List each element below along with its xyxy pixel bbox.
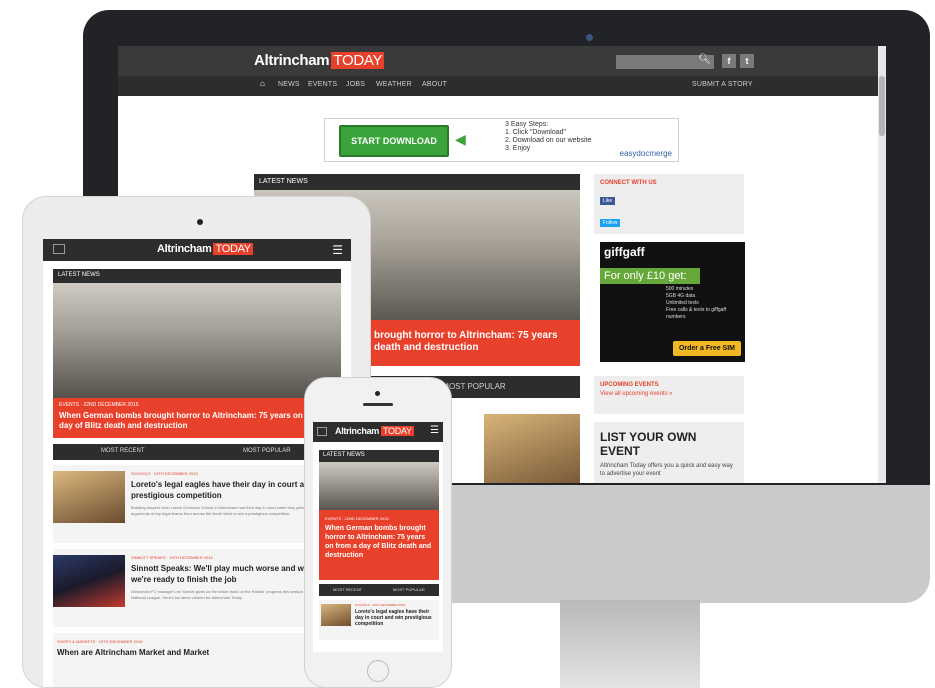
giffgaff-list: 500 minutes 5GB 4G data Unlimited texts …	[666, 286, 745, 321]
site-logo[interactable]: Altrincham TODAY	[157, 243, 253, 255]
site-logo[interactable]: Altrincham TODAY	[335, 426, 414, 436]
giffgaff-item: Free calls & texts to giffgaff numbers	[666, 307, 727, 320]
scrollbar-thumb[interactable]	[879, 76, 885, 136]
site-nav: ⌂ NEWS EVENTS JOBS WEATHER ABOUT SUBMIT …	[118, 76, 878, 96]
logo-text: Altrincham	[335, 426, 380, 436]
list-event-heading: LIST YOUR OWN EVENT	[600, 430, 697, 458]
article-title[interactable]: When are Altrincham Market and Market	[57, 647, 267, 658]
hero-headline[interactable]: When German bombs brought horror to Altr…	[325, 524, 433, 560]
camera-icon	[197, 219, 203, 225]
advert-banner[interactable]: START DOWNLOAD ◀ 3 Easy Steps: 1. Click …	[324, 118, 679, 162]
speaker-grille	[363, 403, 393, 406]
hero-caption[interactable]: EVENTS · 22ND DECEMBER 2015 When German …	[53, 398, 341, 438]
article-tabs: MOST RECENT MOST POPULAR	[319, 584, 439, 596]
camera-icon	[375, 391, 380, 396]
logo-badge: TODAY	[381, 426, 414, 436]
giffgaff-item: Unlimited texts	[666, 300, 699, 306]
hero-date: EVENTS · 22ND DECEMBER 2015	[59, 402, 139, 408]
home-icon[interactable]: ⌂	[260, 79, 265, 88]
tab-most-popular[interactable]: MOST POPULAR	[243, 448, 291, 454]
logo-text: Altrincham	[157, 243, 212, 255]
latest-news-heading: LATEST NEWS	[53, 269, 341, 283]
submit-story-link[interactable]: SUBMIT A STORY	[692, 81, 753, 88]
ad-steps-title: 3 Easy Steps:	[505, 121, 549, 128]
search-input[interactable]: 🔍︎	[616, 54, 714, 69]
hero-image[interactable]	[53, 283, 341, 398]
article-meta: SCHOOLS · 24TH DECEMBER 2015	[131, 471, 198, 476]
nav-jobs[interactable]: JOBS	[346, 81, 365, 88]
list-item[interactable]: SCHOOLS · 24TH DECEMBER 2015 Loreto's le…	[53, 465, 341, 543]
phone-header: Altrincham TODAY ☰	[313, 422, 443, 442]
home-button[interactable]	[367, 660, 389, 682]
nav-news[interactable]: NEWS	[278, 81, 300, 88]
ad-brand: easydocmerge	[619, 149, 672, 158]
device-showcase: Altrincham TODAY 🔍︎ f t ⌂ NEWS EVENTS JOB…	[0, 0, 935, 688]
camera-icon	[586, 34, 593, 41]
facebook-like-button[interactable]: Like	[600, 197, 616, 205]
hero-caption[interactable]: EVENTS · 22ND DECEMBER 2015 When German …	[319, 510, 439, 580]
hero-image[interactable]	[319, 462, 439, 510]
twitter-follow-button[interactable]: Follow	[600, 219, 621, 227]
search-icon[interactable]: 🔍︎	[698, 54, 711, 65]
hero-date: EVENTS · 22ND DECEMBER 2015	[325, 516, 389, 521]
article-thumbnail[interactable]	[53, 471, 125, 523]
ad-steps: 3 Easy Steps: 1. Click "Download" 2. Dow…	[505, 121, 591, 153]
connect-heading: CONNECT WITH US	[600, 180, 657, 186]
start-download-button[interactable]: START DOWNLOAD	[339, 125, 449, 157]
latest-news-heading: LATEST NEWS	[319, 450, 439, 462]
logo-text: Altrincham	[254, 52, 330, 69]
upcoming-events-heading: UPCOMING EVENTS	[600, 382, 659, 388]
monitor-stand	[560, 600, 700, 688]
site-logo[interactable]: Altrincham TODAY	[254, 52, 385, 69]
hero-headline[interactable]: When German bombs brought horror to Altr…	[59, 411, 335, 431]
twitter-icon[interactable]: t	[740, 54, 754, 68]
article-thumbnail[interactable]	[321, 604, 351, 626]
giffgaff-item: 5GB 4G data	[666, 293, 696, 299]
site-header: Altrincham TODAY 🔍︎ f t	[118, 46, 878, 76]
tab-most-popular[interactable]: MOST POPULAR	[393, 587, 425, 592]
order-sim-button[interactable]: Order a Free SIM	[672, 341, 741, 356]
tablet-header: Altrincham TODAY ☰	[43, 239, 351, 261]
nav-events[interactable]: EVENTS	[308, 81, 337, 88]
tab-most-recent[interactable]: MOST RECENT	[333, 587, 362, 592]
article-title[interactable]: Loreto's legal eagles have their day in …	[355, 609, 437, 627]
menu-icon[interactable]: ☰	[430, 425, 439, 436]
giffgaff-logo: giffgaff	[604, 245, 645, 259]
connect-box: CONNECT WITH US Like Follow	[594, 174, 744, 234]
article-meta: SINNOTT SPEAKS · 19TH DECEMBER 2015	[131, 555, 213, 560]
ad-step: 1. Click "Download"	[505, 129, 566, 136]
logo-badge: TODAY	[331, 52, 385, 69]
hero-headline[interactable]: brought horror to Altrincham: 75 years d…	[368, 320, 580, 366]
list-event-text: Altrincham Today offers you a quick and …	[600, 463, 733, 477]
article-thumbnail[interactable]	[53, 555, 125, 607]
giffgaff-offer: For only £10 get:	[600, 268, 700, 284]
tab-most-recent[interactable]: MOST RECENT	[101, 448, 145, 454]
list-event-box: LIST YOUR OWN EVENT Altrincham Today off…	[594, 422, 744, 483]
giffgaff-item: 500 minutes	[666, 286, 694, 292]
arrow-left-icon: ◀	[455, 131, 466, 147]
ad-step: 2. Download on our website	[505, 137, 592, 144]
article-meta: SCHOOLS · 24TH DECEMBER 2015	[355, 603, 406, 607]
logo-badge: TODAY	[213, 243, 253, 255]
menu-icon[interactable]: ☰	[332, 243, 343, 257]
scrollbar[interactable]	[878, 46, 886, 483]
mail-icon[interactable]	[53, 244, 65, 254]
list-item[interactable]: SINNOTT SPEAKS · 19TH DECEMBER 2015 Sinn…	[53, 549, 341, 627]
nav-weather[interactable]: WEATHER	[376, 81, 412, 88]
article-tabs: MOST RECENT MOST POPULAR	[53, 444, 341, 460]
upcoming-events-box: UPCOMING EVENTS View all upcoming events…	[594, 376, 744, 414]
article-thumbnail[interactable]	[484, 414, 580, 483]
phone-screen: Altrincham TODAY ☰ LATEST NEWS EVENTS · 2…	[313, 422, 443, 652]
facebook-icon[interactable]: f	[722, 54, 736, 68]
latest-news-heading: LATEST NEWS	[254, 174, 580, 190]
nav-about[interactable]: ABOUT	[422, 81, 447, 88]
mail-icon[interactable]	[317, 427, 327, 436]
ad-step: 3. Enjoy	[505, 145, 531, 152]
giffgaff-advert[interactable]: giffgaff For only £10 get: 500 minutes 5…	[600, 242, 745, 362]
list-item[interactable]: SCHOOLS · 24TH DECEMBER 2015 Loreto's le…	[319, 600, 439, 640]
article-meta: SHOPS & MARKETS · 19TH DECEMBER 2015	[57, 639, 143, 644]
list-item[interactable]: SHOPS & MARKETS · 19TH DECEMBER 2015 Whe…	[53, 633, 341, 687]
phone-device: Altrincham TODAY ☰ LATEST NEWS EVENTS · 2…	[304, 377, 452, 688]
view-upcoming-events-link[interactable]: View all upcoming events »	[594, 391, 744, 397]
